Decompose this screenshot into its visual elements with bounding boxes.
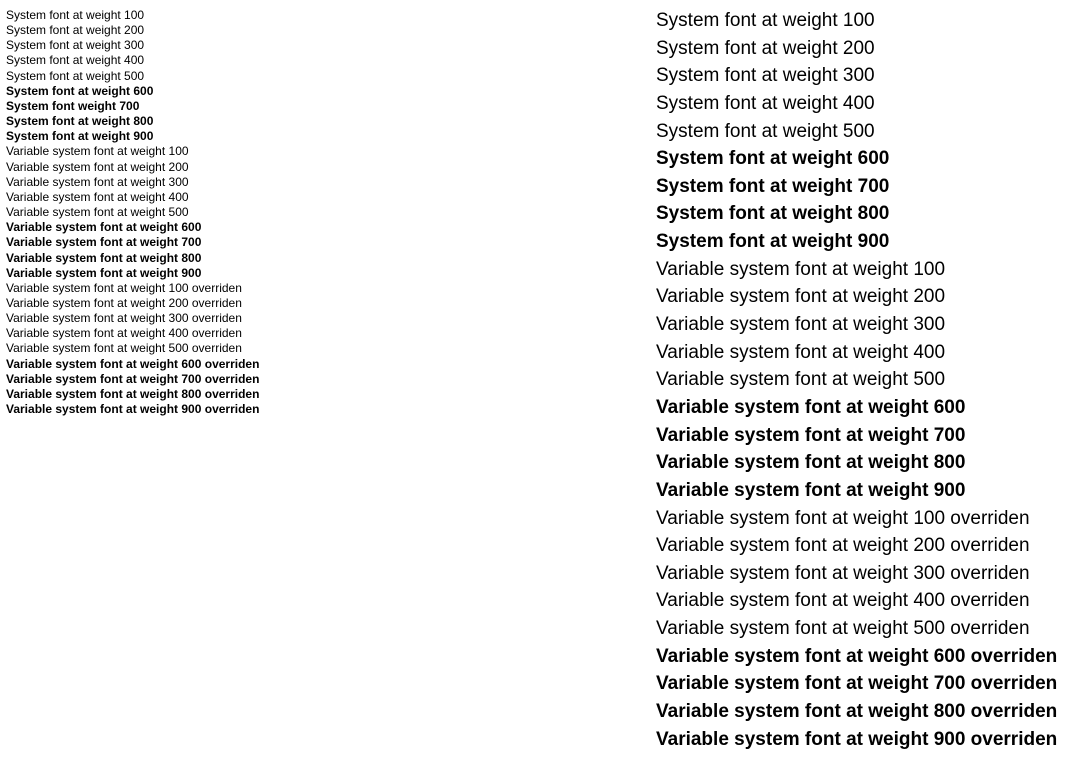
left-font-sample: Variable system font at weight 800 — [6, 251, 326, 265]
right-font-sample: Variable system font at weight 400 overr… — [656, 588, 1060, 614]
right-font-sample: Variable system font at weight 200 overr… — [656, 533, 1060, 559]
right-font-sample: Variable system font at weight 600 overr… — [656, 644, 1060, 670]
right-font-sample: Variable system font at weight 400 — [656, 340, 1060, 366]
left-font-sample: Variable system font at weight 600 overr… — [6, 357, 326, 371]
left-font-sample: System font at weight 100 — [6, 8, 326, 22]
left-font-sample: Variable system font at weight 200 — [6, 160, 326, 174]
left-font-sample: Variable system font at weight 700 — [6, 235, 326, 249]
left-font-sample: System font at weight 900 — [6, 129, 326, 143]
right-font-sample: Variable system font at weight 500 overr… — [656, 616, 1060, 642]
left-font-sample: Variable system font at weight 200 overr… — [6, 296, 326, 310]
right-font-sample: Variable system font at weight 900 overr… — [656, 727, 1060, 753]
left-font-sample: System font at weight 800 — [6, 114, 326, 128]
left-font-sample: Variable system font at weight 500 — [6, 205, 326, 219]
right-font-sample: System font at weight 800 — [656, 201, 1060, 227]
right-font-sample: Variable system font at weight 200 — [656, 284, 1060, 310]
right-font-sample: Variable system font at weight 100 — [656, 257, 1060, 283]
right-font-sample: Variable system font at weight 700 — [656, 423, 1060, 449]
right-column: System font at weight 100System font at … — [326, 8, 1060, 754]
left-font-sample: System font at weight 500 — [6, 69, 326, 83]
left-font-sample: System font at weight 300 — [6, 38, 326, 52]
left-font-sample: Variable system font at weight 900 — [6, 266, 326, 280]
left-font-sample: Variable system font at weight 400 — [6, 190, 326, 204]
left-font-sample: Variable system font at weight 700 overr… — [6, 372, 326, 386]
left-font-sample: Variable system font at weight 900 overr… — [6, 402, 326, 416]
left-font-sample: System font at weight 200 — [6, 23, 326, 37]
right-font-sample: Variable system font at weight 700 overr… — [656, 671, 1060, 697]
left-font-sample: Variable system font at weight 300 overr… — [6, 311, 326, 325]
right-font-sample: Variable system font at weight 600 — [656, 395, 1060, 421]
right-font-sample: System font at weight 600 — [656, 146, 1060, 172]
left-font-sample: Variable system font at weight 100 overr… — [6, 281, 326, 295]
right-font-sample: Variable system font at weight 800 overr… — [656, 699, 1060, 725]
right-font-sample: System font at weight 900 — [656, 229, 1060, 255]
left-font-sample: System font weight 700 — [6, 99, 326, 113]
right-font-sample: Variable system font at weight 500 — [656, 367, 1060, 393]
left-font-sample: Variable system font at weight 500 overr… — [6, 341, 326, 355]
right-font-sample: System font at weight 100 — [656, 8, 1060, 34]
right-font-sample: System font at weight 500 — [656, 119, 1060, 145]
left-font-sample: Variable system font at weight 600 — [6, 220, 326, 234]
left-font-sample: System font at weight 600 — [6, 84, 326, 98]
right-font-sample: Variable system font at weight 800 — [656, 450, 1060, 476]
left-font-sample: Variable system font at weight 800 overr… — [6, 387, 326, 401]
left-font-sample: Variable system font at weight 100 — [6, 144, 326, 158]
right-font-sample: System font at weight 300 — [656, 63, 1060, 89]
right-font-sample: System font at weight 400 — [656, 91, 1060, 117]
right-font-sample: System font at weight 200 — [656, 36, 1060, 62]
right-font-sample: Variable system font at weight 300 — [656, 312, 1060, 338]
left-column: System font at weight 100System font at … — [6, 8, 326, 754]
main-container: System font at weight 100System font at … — [0, 0, 1066, 762]
left-font-sample: Variable system font at weight 300 — [6, 175, 326, 189]
right-font-sample: Variable system font at weight 900 — [656, 478, 1060, 504]
left-font-sample: System font at weight 400 — [6, 53, 326, 67]
right-font-sample: Variable system font at weight 300 overr… — [656, 561, 1060, 587]
right-font-sample: Variable system font at weight 100 overr… — [656, 506, 1060, 532]
left-font-sample: Variable system font at weight 400 overr… — [6, 326, 326, 340]
right-font-sample: System font at weight 700 — [656, 174, 1060, 200]
